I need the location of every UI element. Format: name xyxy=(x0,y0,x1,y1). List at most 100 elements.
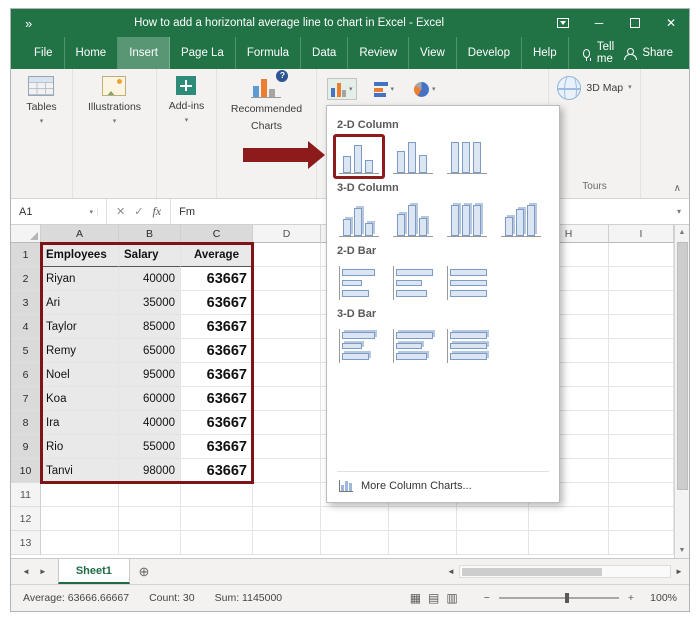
cancel-icon[interactable]: ✕ xyxy=(116,205,125,218)
3-d-bar-chart-icon-1[interactable] xyxy=(339,329,379,363)
cell-H12[interactable] xyxy=(529,507,609,531)
tab-page-la[interactable]: Page La xyxy=(170,37,236,69)
cell-A3[interactable]: Ari xyxy=(41,291,119,315)
collapse-ribbon-icon[interactable]: ∧ xyxy=(674,183,681,194)
tab-review[interactable]: Review xyxy=(348,37,410,69)
page-layout-view-icon[interactable]: ▤ xyxy=(428,591,439,605)
cell-I13[interactable] xyxy=(609,531,674,555)
row-header-7[interactable]: 7 xyxy=(11,387,41,411)
2-d-column-chart-icon-1[interactable] xyxy=(333,134,385,179)
cell-B2[interactable]: 40000 xyxy=(119,267,181,291)
2-d-column-chart-icon-3[interactable] xyxy=(447,140,487,174)
column-header-A[interactable]: A xyxy=(41,225,119,243)
cell-B3[interactable]: 35000 xyxy=(119,291,181,315)
insert-column-chart-button[interactable]: ▾ xyxy=(327,78,357,100)
zoom-slider[interactable] xyxy=(498,593,619,603)
row-header-3[interactable]: 3 xyxy=(11,291,41,315)
cell-I4[interactable] xyxy=(609,315,674,339)
cell-A7[interactable]: Koa xyxy=(41,387,119,411)
scroll-right-icon[interactable]: ► xyxy=(671,567,687,576)
cell-B10[interactable]: 98000 xyxy=(119,459,181,483)
cell-B7[interactable]: 60000 xyxy=(119,387,181,411)
cell-A8[interactable]: Ira xyxy=(41,411,119,435)
cell-C3[interactable]: 63667 xyxy=(181,291,253,315)
cell-C2[interactable]: 63667 xyxy=(181,267,253,291)
cell-A13[interactable] xyxy=(41,531,119,555)
cell-G12[interactable] xyxy=(457,507,529,531)
cell-B13[interactable] xyxy=(119,531,181,555)
3-d-bar-chart-icon-2[interactable] xyxy=(393,329,433,363)
cell-I8[interactable] xyxy=(609,411,674,435)
chevron-down-icon[interactable]: ▾ xyxy=(85,207,98,216)
normal-view-icon[interactable]: ▦ xyxy=(410,591,421,605)
cell-A4[interactable]: Taylor xyxy=(41,315,119,339)
2-d-bar-chart-icon-2[interactable] xyxy=(393,266,433,300)
zoom-out-icon[interactable]: − xyxy=(484,592,490,604)
cell-B12[interactable] xyxy=(119,507,181,531)
cell-D6[interactable] xyxy=(253,363,321,387)
cell-F12[interactable] xyxy=(389,507,457,531)
column-header-C[interactable]: C xyxy=(181,225,253,243)
new-sheet-button[interactable]: ⊕ xyxy=(130,559,158,584)
scroll-down-icon[interactable]: ▼ xyxy=(679,543,686,558)
3-d-column-chart-icon-2[interactable] xyxy=(393,203,433,237)
column-header-D[interactable]: D xyxy=(253,225,321,243)
tab-file[interactable]: File xyxy=(23,37,65,69)
cell-E13[interactable] xyxy=(321,531,389,555)
cell-C9[interactable]: 63667 xyxy=(181,435,253,459)
cell-C4[interactable]: 63667 xyxy=(181,315,253,339)
cell-A11[interactable] xyxy=(41,483,119,507)
cell-B6[interactable]: 95000 xyxy=(119,363,181,387)
zoom-slider-thumb[interactable] xyxy=(564,593,569,603)
cell-C6[interactable]: 63667 xyxy=(181,363,253,387)
3-d-column-chart-icon-4[interactable] xyxy=(501,203,541,237)
cell-C11[interactable] xyxy=(181,483,253,507)
cell-A6[interactable]: Noel xyxy=(41,363,119,387)
cell-D11[interactable] xyxy=(253,483,321,507)
row-header-10[interactable]: 10 xyxy=(11,459,41,483)
cell-E12[interactable] xyxy=(321,507,389,531)
cell-D9[interactable] xyxy=(253,435,321,459)
row-header-5[interactable]: 5 xyxy=(11,339,41,363)
quick-access-toolbar-icon[interactable]: » xyxy=(25,16,33,31)
vertical-scroll-thumb[interactable] xyxy=(676,242,688,490)
cell-B8[interactable]: 40000 xyxy=(119,411,181,435)
page-break-view-icon[interactable]: ▥ xyxy=(446,591,457,605)
cell-B9[interactable]: 55000 xyxy=(119,435,181,459)
cell-A5[interactable]: Remy xyxy=(41,339,119,363)
cell-C12[interactable] xyxy=(181,507,253,531)
tab-home[interactable]: Home xyxy=(65,37,119,69)
horizontal-scroll-thumb[interactable] xyxy=(462,567,602,576)
share-button[interactable]: Share xyxy=(624,37,673,69)
tables-button[interactable]: Tables ▾ xyxy=(26,76,57,126)
cell-C7[interactable]: 63667 xyxy=(181,387,253,411)
expand-formula-bar-icon[interactable]: ▾ xyxy=(669,199,689,224)
cell-I2[interactable] xyxy=(609,267,674,291)
cell-C10[interactable]: 63667 xyxy=(181,459,253,483)
insert-bar-chart-button[interactable]: ▾ xyxy=(371,78,398,100)
zoom-in-icon[interactable]: + xyxy=(628,592,634,604)
horizontal-scroll-track[interactable] xyxy=(459,565,671,578)
insert-pie-chart-button[interactable]: ▾ xyxy=(411,78,439,100)
cell-D7[interactable] xyxy=(253,387,321,411)
cell-I3[interactable] xyxy=(609,291,674,315)
cell-A2[interactable]: Riyan xyxy=(41,267,119,291)
cell-C13[interactable] xyxy=(181,531,253,555)
row-header-6[interactable]: 6 xyxy=(11,363,41,387)
recommended-charts-button[interactable]: ? Recommended Charts xyxy=(231,70,302,132)
horizontal-scrollbar[interactable]: ◄ ► xyxy=(443,559,689,584)
tab-develop[interactable]: Develop xyxy=(457,37,522,69)
name-box[interactable]: A1 ▾ xyxy=(11,199,107,224)
cell-D5[interactable] xyxy=(253,339,321,363)
cell-B11[interactable] xyxy=(119,483,181,507)
close-button[interactable]: ✕ xyxy=(653,9,689,37)
prev-sheet-icon[interactable]: ◄ xyxy=(22,567,30,576)
cell-D13[interactable] xyxy=(253,531,321,555)
tab-insert[interactable]: Insert xyxy=(118,37,170,69)
column-header-I[interactable]: I xyxy=(609,225,674,243)
cell-C1[interactable]: Average xyxy=(181,243,253,267)
ribbon-display-options-button[interactable] xyxy=(545,9,581,37)
cell-D4[interactable] xyxy=(253,315,321,339)
cell-B1[interactable]: Salary xyxy=(119,243,181,267)
cell-D3[interactable] xyxy=(253,291,321,315)
